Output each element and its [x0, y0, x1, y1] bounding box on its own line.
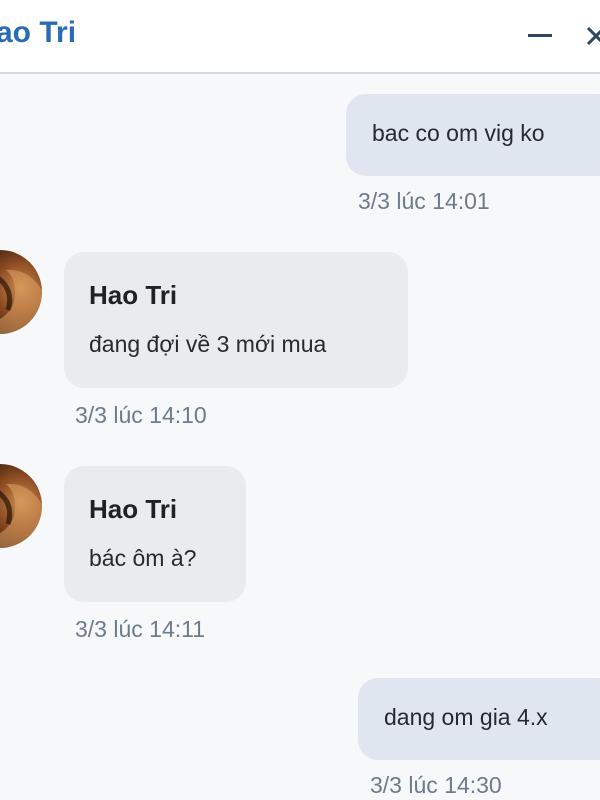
message-sender: Hao Tri	[89, 494, 178, 524]
message-list: bac co om vig ko 3/3 lúc 14:01 Hao Tri đ…	[0, 74, 600, 800]
message-timestamp: 3/3 lúc 14:11	[75, 616, 206, 642]
message-timestamp: 3/3 lúc 14:30	[370, 772, 502, 798]
message-timestamp: 3/3 lúc 14:01	[358, 188, 490, 214]
close-button[interactable]	[580, 18, 600, 52]
message-text: bác ôm à?	[89, 545, 197, 571]
minimize-icon	[528, 34, 552, 37]
message-sender: Hao Tri	[89, 280, 178, 310]
message-text: đang đợi về 3 mới mua	[89, 331, 327, 357]
chat-title[interactable]: ao Tri	[0, 16, 76, 50]
contact-avatar[interactable]	[0, 464, 42, 548]
minimize-button[interactable]	[524, 20, 558, 50]
outgoing-message-bubble[interactable]: bac co om vig ko	[346, 94, 600, 176]
message-text: bac co om vig ko	[372, 120, 545, 146]
close-icon	[586, 26, 600, 46]
incoming-message-bubble[interactable]: Hao Tri bác ôm à?	[64, 466, 246, 602]
incoming-message-bubble[interactable]: Hao Tri đang đợi về 3 mới mua	[64, 252, 408, 388]
outgoing-message-bubble[interactable]: dang om gia 4.x	[358, 678, 600, 760]
chat-header: ao Tri	[0, 0, 600, 74]
chat-window: ao Tri bac co om vig ko 3/3 lúc 14:01 Ha…	[0, 0, 600, 800]
message-timestamp: 3/3 lúc 14:10	[75, 402, 207, 428]
message-text: dang om gia 4.x	[384, 704, 548, 730]
contact-avatar[interactable]	[0, 250, 42, 334]
